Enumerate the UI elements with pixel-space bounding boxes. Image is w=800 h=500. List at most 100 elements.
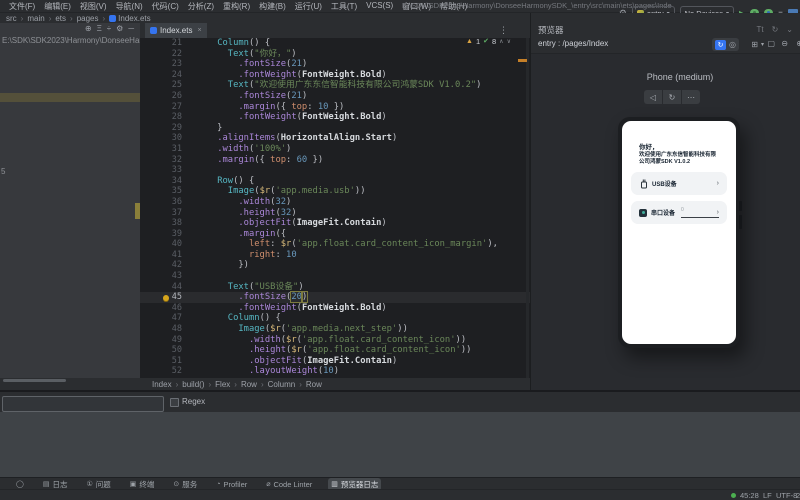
chevron-down-icon[interactable]: ▾ [761, 41, 764, 48]
code-line[interactable]: 38 .objectFit(ImageFit.Contain) [140, 218, 530, 229]
breadcrumb-item[interactable]: ets [55, 14, 66, 23]
code-line[interactable]: 48 Image($r('app.media.next_step')) [140, 324, 530, 335]
gutter[interactable]: 29 [140, 123, 196, 134]
gutter[interactable]: 36 [140, 197, 196, 208]
code-line[interactable]: 27 .margin({ top: 10 }) [140, 102, 530, 113]
gutter[interactable]: 49 [140, 335, 196, 346]
gutter[interactable]: 43 [140, 271, 196, 282]
usb-device-card[interactable]: USB设备 › [631, 172, 727, 195]
editor-breadcrumb-item[interactable]: Row [306, 380, 322, 389]
code-line[interactable]: 34 Row() { [140, 176, 530, 187]
tool-tab-code-linter[interactable]: ⌀ Code Linter [263, 479, 315, 490]
warning-stripe-mark[interactable] [518, 59, 527, 62]
menu-item[interactable]: VCS(S) [366, 1, 393, 12]
scrollbar-thumb[interactable] [3, 379, 66, 382]
log-content-area[interactable] [0, 412, 800, 477]
gutter[interactable]: 51 [140, 356, 196, 367]
code-line[interactable]: 43 [140, 271, 530, 282]
rotate-icon[interactable]: ↻ [663, 90, 681, 104]
selected-tree-row[interactable] [0, 93, 140, 102]
lightbulb-icon[interactable] [162, 294, 169, 301]
expand-all-icon[interactable]: Ξ [97, 24, 102, 33]
code-editor[interactable]: 21 Column() {22 Text("你好，") 23 .fontSize(… [140, 38, 530, 378]
gutter[interactable]: 31 [140, 144, 196, 155]
editor-breadcrumb-item[interactable]: Row [241, 380, 257, 389]
code-line[interactable]: 40 left: $r('app.float.card_content_icon… [140, 239, 530, 250]
menu-item[interactable]: 文件(F) [9, 1, 35, 12]
grid-view-icon[interactable]: ⊞ [751, 40, 758, 49]
code-line[interactable]: 26 .fontSize(21) [140, 91, 530, 102]
gutter[interactable]: 39 [140, 229, 196, 240]
code-line[interactable]: 25 Text("欢迎使用广东东信智能科技有限公司鸿蒙SDK V1.0.2") [140, 80, 530, 91]
gutter[interactable]: 45 [140, 292, 196, 303]
code-line[interactable]: 28 .fontWeight(FontWeight.Bold) [140, 112, 530, 123]
breadcrumb-item[interactable]: Index.ets [109, 14, 151, 23]
serial-device-card[interactable]: 串口设备 0 › [631, 201, 727, 224]
breadcrumb-item[interactable]: pages [77, 14, 99, 23]
gutter[interactable]: 41 [140, 250, 196, 261]
menu-item[interactable]: 代码(C) [152, 1, 179, 12]
code-line[interactable]: 50 .height($r('app.float.card_content_ic… [140, 345, 530, 356]
code-line[interactable]: 49 .width($r('app.float.card_content_ico… [140, 335, 530, 346]
zoom-in-icon[interactable]: ⊕ [796, 40, 800, 48]
more-icon[interactable]: ⋯ [682, 90, 700, 104]
editor-breadcrumb-item[interactable]: Index [152, 380, 172, 389]
code-line[interactable]: 33 [140, 165, 530, 176]
collapse-all-icon[interactable]: ÷ [107, 24, 111, 33]
left-panel-hscrollbar[interactable] [0, 378, 140, 383]
gutter[interactable]: 38 [140, 218, 196, 229]
panel-settings-icon[interactable]: ⚙ [116, 24, 123, 33]
hide-panel-icon[interactable]: ─ [128, 24, 134, 33]
gutter[interactable]: 25 [140, 80, 196, 91]
code-line[interactable]: 51 .objectFit(ImageFit.Contain) [140, 356, 530, 367]
fit-frame-icon[interactable]: ▢ [767, 40, 775, 48]
code-line[interactable]: 36 .width(32) [140, 197, 530, 208]
tab-index-ets[interactable]: Index.ets × [145, 23, 207, 38]
serial-value-input[interactable]: 0 [681, 207, 719, 218]
menu-item[interactable]: 编辑(E) [44, 1, 71, 12]
gutter[interactable]: 40 [140, 239, 196, 250]
menu-item[interactable]: 重构(R) [223, 1, 250, 12]
gutter[interactable]: 22 [140, 49, 196, 60]
gutter[interactable]: 27 [140, 102, 196, 113]
inspector-eye-icon[interactable]: ◎ [729, 40, 736, 49]
gutter[interactable]: 30 [140, 133, 196, 144]
code-line[interactable]: 29 } [140, 123, 530, 134]
menu-item[interactable]: 运行(U) [295, 1, 322, 12]
breadcrumb-item[interactable]: main [27, 14, 44, 23]
gutter[interactable]: 32 [140, 155, 196, 166]
zoom-out-icon[interactable]: ⊖ [781, 40, 788, 48]
search-input[interactable] [2, 396, 164, 412]
gutter[interactable]: 52 [140, 366, 196, 377]
project-path-text[interactable]: E:\SDK\SDK2023\Harmony\DonseeHarmonySDK_… [2, 36, 140, 45]
inspection-widget[interactable]: ▲ 1 ✔ 8 ∧ ∨ [466, 36, 511, 46]
tool-tab-run[interactable]: ◯ [13, 480, 27, 489]
code-line[interactable]: 42 }) [140, 260, 530, 271]
hide-panel-icon[interactable]: ⌄ [786, 25, 793, 34]
code-line[interactable]: 37 .height(32) [140, 208, 530, 219]
gutter[interactable]: 35 [140, 186, 196, 197]
prev-issue-icon[interactable]: ∧ [499, 38, 503, 45]
menu-item[interactable]: 构建(B) [259, 1, 286, 12]
font-size-icon[interactable]: Tt [756, 25, 763, 34]
caret-position[interactable]: 45:28 [740, 491, 759, 500]
gutter[interactable]: 47 [140, 313, 196, 324]
code-line[interactable]: 52 .layoutWeight(10) [140, 366, 530, 377]
editor-breadcrumb-item[interactable]: build() [182, 380, 204, 389]
editor-vscrollbar[interactable] [526, 38, 529, 378]
code-line[interactable]: 44 Text("USB设备") [140, 282, 530, 293]
editor-breadcrumb-item[interactable]: Flex [215, 380, 230, 389]
gutter[interactable]: 44 [140, 282, 196, 293]
menu-item[interactable]: 视图(V) [80, 1, 107, 12]
code-line[interactable]: 30 .alignItems(HorizontalAlign.Start) [140, 133, 530, 144]
gutter[interactable]: 46 [140, 303, 196, 314]
code-line[interactable]: 32 .margin({ top: 60 }) [140, 155, 530, 166]
gutter[interactable]: 23 [140, 59, 196, 70]
locate-file-icon[interactable]: ⊕ [85, 24, 92, 33]
code-line[interactable]: 23 .fontSize(21) [140, 59, 530, 70]
line-separator[interactable]: LF [763, 491, 772, 500]
gutter[interactable]: 26 [140, 91, 196, 102]
gutter[interactable]: 34 [140, 176, 196, 187]
gutter[interactable]: 37 [140, 208, 196, 219]
sync-preview-button[interactable]: ↻ [715, 39, 727, 50]
